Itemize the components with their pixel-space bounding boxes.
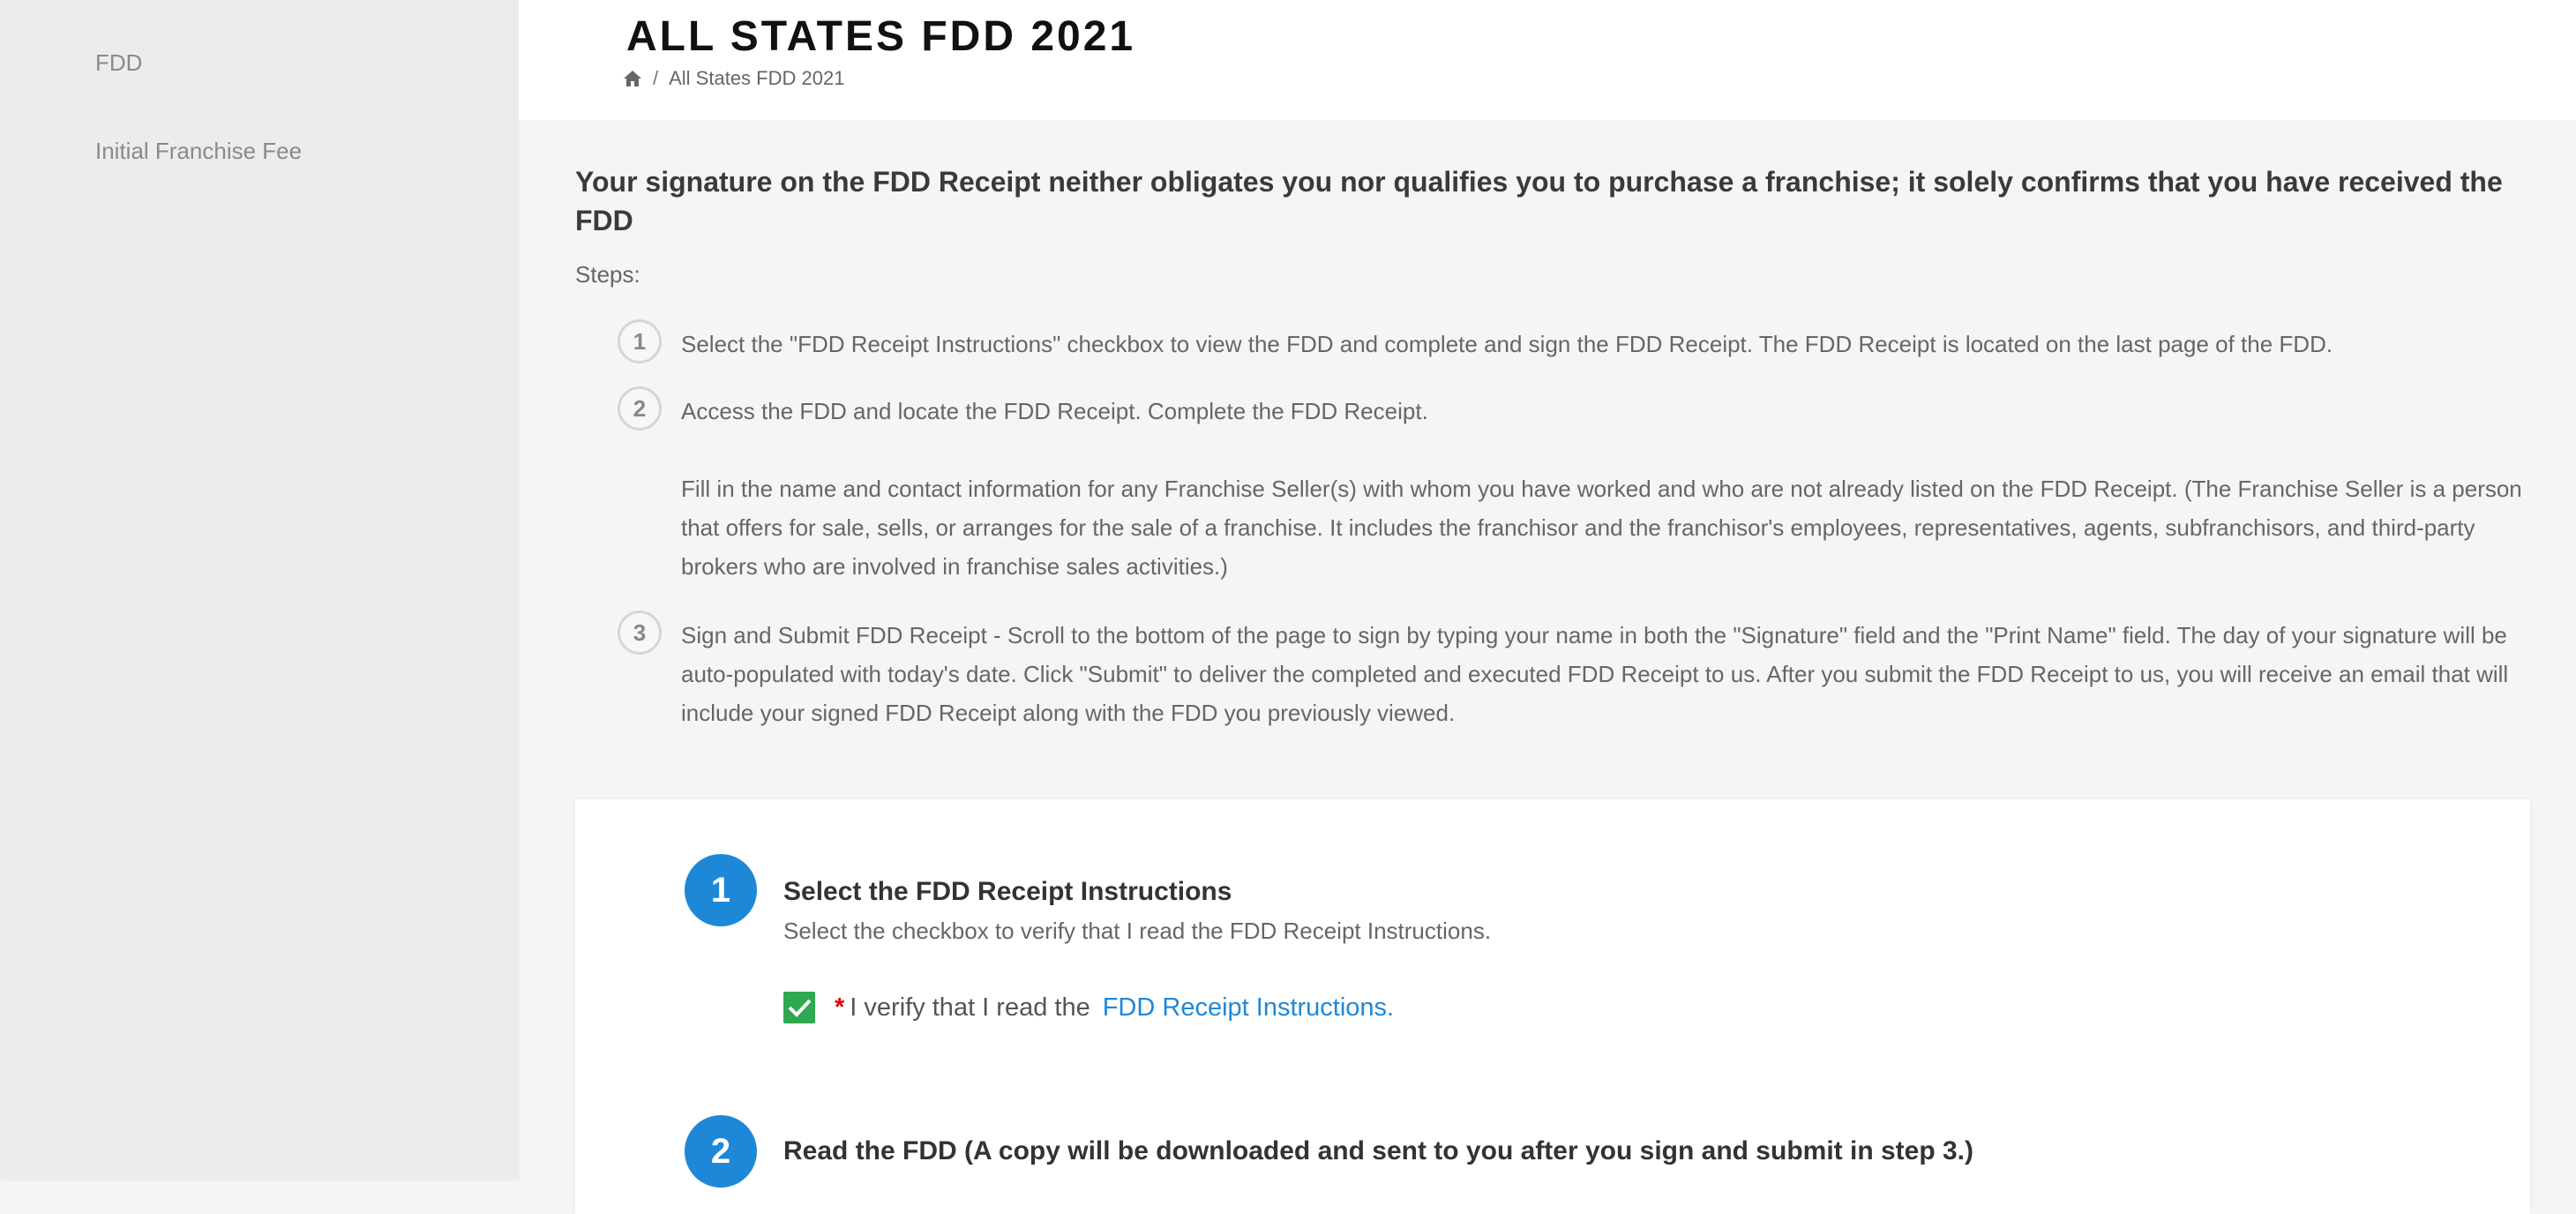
section-2-badge: 2 [685,1115,757,1188]
sidebar-item-fdd[interactable]: FDD [95,49,142,77]
sidebar-item-initial-franchise-fee[interactable]: Initial Franchise Fee [95,138,302,165]
step-text: Select the "FDD Receipt Instructions" ch… [681,331,2333,357]
sidebar: FDD Initial Franchise Fee [0,0,519,1180]
step-text: Access the FDD and locate the FDD Receip… [681,398,1428,424]
page-header: ALL STATES FDD 2021 / All States FDD 202… [519,0,2576,120]
steps-label: Steps: [575,261,640,288]
receipt-card: 1 Select the FDD Receipt Instructions Se… [575,799,2530,1214]
step-2-details: Fill in the name and contact information… [681,476,2522,580]
page-title: ALL STATES FDD 2021 [626,13,1136,60]
breadcrumb: / All States FDD 2021 [623,67,844,90]
section-1-badge: 1 [685,854,757,926]
step-number: 1 [618,319,662,363]
step-text: Sign and Submit FDD Receipt - Scroll to … [681,622,2509,726]
check-icon [788,999,812,1017]
verify-text: I verify that I read the [850,993,1090,1022]
section-1-description: Select the checkbox to verify that I rea… [783,918,1492,944]
receipt-instructions-link[interactable]: FDD Receipt Instructions. [1103,993,1394,1023]
step-number: 3 [618,611,662,655]
signature-notice: Your signature on the FDD Receipt neithe… [575,166,2503,236]
section-1-title: Select the FDD Receipt Instructions [783,877,1232,906]
section-2-title: Read the FDD (A copy will be downloaded … [783,1136,1974,1165]
main-content: Your signature on the FDD Receipt neithe… [519,120,2576,1214]
verify-checkbox[interactable] [783,992,815,1023]
breadcrumb-current: All States FDD 2021 [669,67,845,89]
breadcrumb-separator: / [653,67,659,89]
home-icon[interactable] [623,69,642,88]
verify-line: * I verify that I read the FDD Receipt I… [835,993,1394,1023]
step-number: 2 [618,386,662,431]
required-mark: * [835,993,845,1022]
